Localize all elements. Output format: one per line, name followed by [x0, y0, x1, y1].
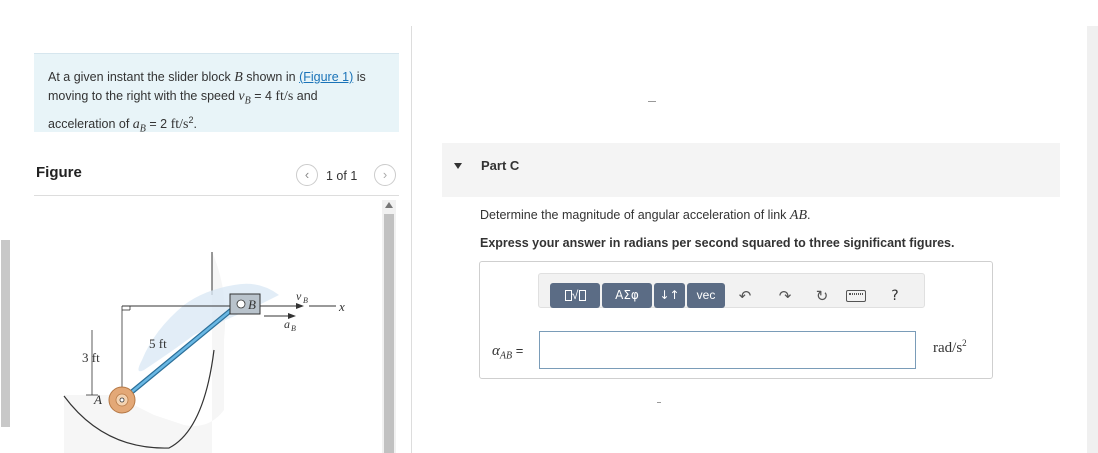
- sqrt-template-icon[interactable]: √: [550, 283, 600, 308]
- part-question: Determine the magnitude of angular accel…: [480, 208, 811, 223]
- mechanism-diagram: 3 ft 5 ft B A v B a B x: [63, 252, 345, 453]
- label-x: x: [338, 299, 345, 314]
- scroll-up-icon[interactable]: [385, 202, 393, 208]
- svg-text:B: B: [303, 296, 308, 305]
- arrows-button[interactable]: ↓↑: [654, 283, 685, 308]
- problem-statement: At a given instant the slider block B sh…: [34, 53, 399, 134]
- part-title: Part C: [481, 158, 520, 173]
- label-3ft: 3 ft: [82, 350, 100, 365]
- problem-line-1: At a given instant the slider block B sh…: [48, 70, 366, 85]
- figure-scrollbar[interactable]: [382, 200, 396, 453]
- answer-label: αAB =: [492, 343, 524, 362]
- page-scrollbar[interactable]: [1087, 26, 1098, 453]
- problem-line-3: acceleration of aB = 2 ft/s2.: [48, 114, 197, 135]
- label-a: A: [93, 392, 102, 407]
- figure-header: Figure ‹ 1 of 1 ›: [34, 160, 399, 196]
- block-symbol: B: [234, 70, 243, 85]
- label-ab: a: [284, 317, 290, 331]
- page: At a given instant the slider block B sh…: [0, 0, 1098, 453]
- chevron-right-icon[interactable]: ›: [374, 164, 396, 186]
- figure-page-count: 1 of 1: [326, 169, 358, 183]
- undo-icon[interactable]: ↶: [735, 287, 755, 307]
- stray-mark: [657, 402, 661, 403]
- figure-link[interactable]: (Figure 1): [299, 70, 353, 84]
- label-b: B: [248, 297, 256, 312]
- keyboard-icon[interactable]: [846, 290, 866, 302]
- answer-box: √ ΑΣφ ↓↑ vec ↶ ↷ ↻ ? αAB = rad/s2: [479, 261, 993, 379]
- column-divider: [411, 26, 412, 453]
- redo-icon[interactable]: ↷: [775, 287, 795, 307]
- problem-line-2: moving to the right with the speed vB = …: [48, 89, 318, 107]
- stray-mark: [648, 101, 656, 102]
- page-scroll-thumb[interactable]: [1, 240, 10, 427]
- greek-symbols-button[interactable]: ΑΣφ: [602, 283, 652, 308]
- caret-down-icon[interactable]: [454, 163, 462, 169]
- label-5ft: 5 ft: [149, 336, 167, 351]
- math-toolbar: √ ΑΣφ ↓↑ vec ↶ ↷ ↻ ?: [538, 273, 925, 308]
- svg-text:B: B: [291, 324, 296, 333]
- figure-image: 3 ft 5 ft B A v B a B x: [34, 200, 382, 453]
- label-vb: v: [296, 289, 302, 303]
- answer-unit: rad/s2: [933, 338, 967, 356]
- part-c-header[interactable]: Part C: [442, 143, 1060, 197]
- help-button[interactable]: ?: [885, 287, 905, 307]
- reset-icon[interactable]: ↻: [812, 287, 832, 307]
- answer-input[interactable]: [539, 331, 916, 369]
- vector-button[interactable]: vec: [687, 283, 725, 308]
- figure-title: Figure: [36, 164, 82, 181]
- part-instruction: Express your answer in radians per secon…: [480, 236, 955, 250]
- figure-scroll-thumb[interactable]: [384, 214, 394, 453]
- chevron-left-icon[interactable]: ‹: [296, 164, 318, 186]
